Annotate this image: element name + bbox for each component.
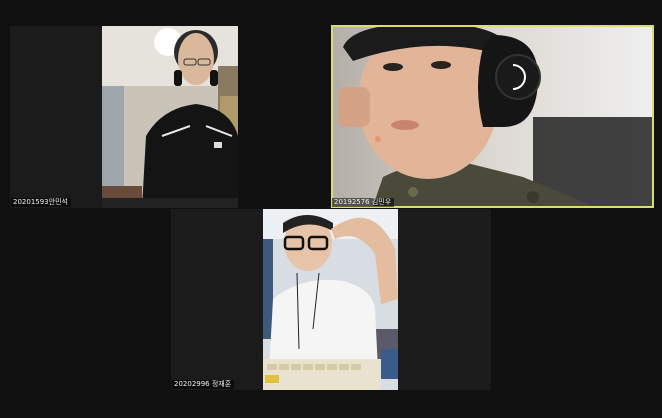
participant-name-2: 20192576 김민우 [332,198,395,207]
participant-video-2 [333,27,652,206]
participant-name-3: 20202996 정재훈 [172,380,235,389]
participant-name-1: 20201593안민석 [11,198,71,207]
participant-video-1 [102,26,238,208]
participant-tile-3[interactable]: 20202996 정재훈 [171,209,491,390]
participant-tile-1[interactable]: 20201593안민석 [10,26,238,208]
participant-tile-2[interactable]: 20192576 김민우 [331,25,654,208]
participant-video-3 [263,209,398,390]
